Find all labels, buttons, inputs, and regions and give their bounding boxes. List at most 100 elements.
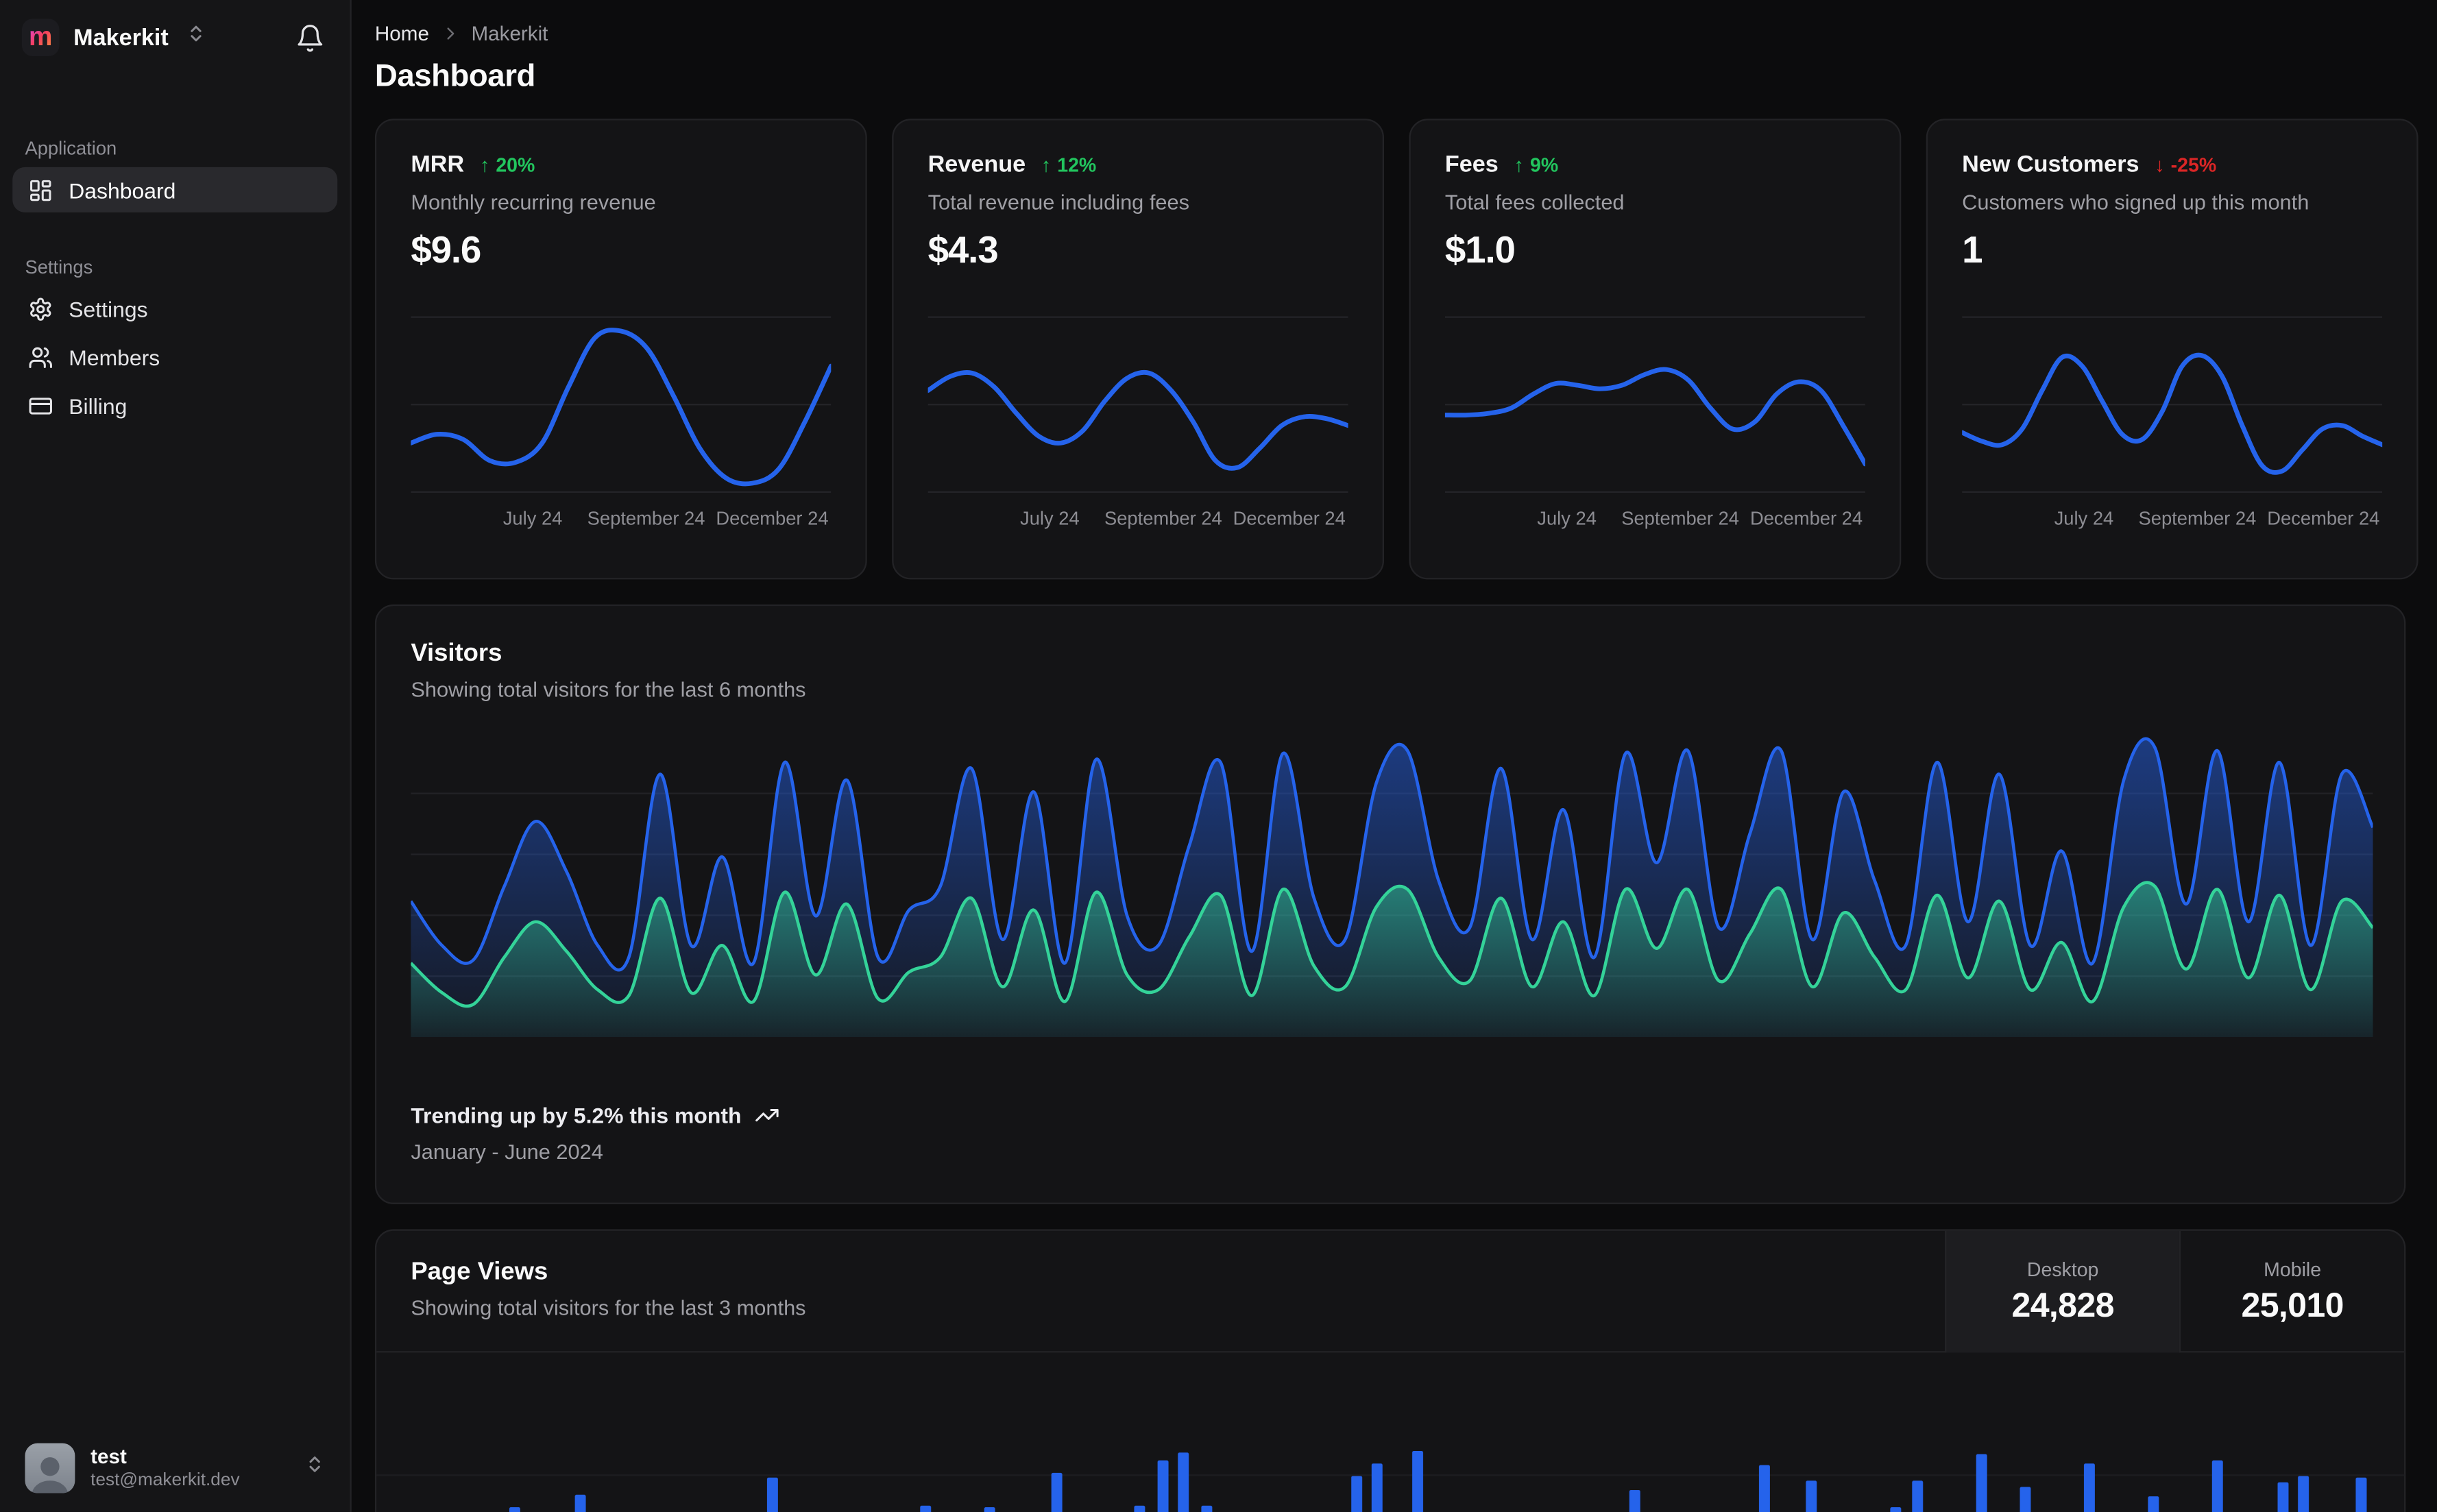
x-tick: December 24 [2267, 507, 2380, 530]
bar[interactable] [1911, 1480, 1923, 1512]
sidebar-item-settings[interactable]: Settings [12, 286, 337, 331]
x-axis-labels: July 24 September 24 December 24 [411, 508, 831, 533]
makerkit-logo: m [21, 19, 60, 57]
x-tick: December 24 [1749, 507, 1863, 530]
user-email: test@makerkit.dev [90, 1471, 240, 1490]
user-name: test [90, 1444, 127, 1468]
arrow-down-icon: ↓ [2155, 154, 2165, 176]
bar[interactable] [1806, 1480, 1817, 1512]
page-views-toggles: Desktop 24,828 Mobile 25,010 [1945, 1230, 2404, 1353]
chevrons-up-down-icon [186, 23, 206, 51]
trending-up-icon [754, 1103, 779, 1127]
new-customers-sparkline-chart[interactable] [1962, 308, 2383, 502]
stat-subtitle: Monthly recurring revenue [411, 191, 656, 215]
bar[interactable] [1351, 1476, 1363, 1512]
sidebar-item-label: Members [69, 344, 160, 369]
sidebar-item-dashboard[interactable]: Dashboard [12, 167, 338, 212]
stat-title: Fees [1444, 151, 1499, 178]
stat-cards-row: MRR ↑ 20% Monthly recurring revenue $9.6… [374, 119, 2418, 580]
page-title: Dashboard [374, 59, 535, 94]
x-tick: July 24 [1537, 507, 1597, 530]
stat-title: MRR [411, 151, 465, 178]
bar[interactable] [919, 1505, 931, 1512]
x-tick: September 24 [587, 507, 705, 530]
stat-title: New Customers [1962, 151, 2139, 178]
bar[interactable] [574, 1494, 585, 1512]
page-views-bar-chart[interactable] [376, 1352, 2405, 1512]
fees-sparkline-chart[interactable] [1444, 308, 1865, 502]
bar[interactable] [767, 1477, 779, 1512]
bar[interactable] [1759, 1465, 1771, 1512]
bar[interactable] [2355, 1477, 2366, 1512]
bar[interactable] [1976, 1454, 1987, 1512]
x-axis-labels: July 24 September 24 December 24 [1445, 508, 1865, 533]
trend-badge: ↑ 12% [1041, 154, 1096, 175]
trend-badge: ↑ 9% [1514, 154, 1559, 175]
stat-value: $1.0 [1444, 229, 1516, 272]
trend-value: 9% [1529, 154, 1559, 176]
toggle-label: Mobile [2264, 1258, 2322, 1280]
workspace-name: Makerkit [73, 24, 169, 51]
trend-value: 12% [1057, 154, 1097, 176]
x-tick: September 24 [1104, 507, 1222, 530]
stat-value: 1 [1962, 229, 1983, 272]
bar[interactable] [509, 1507, 521, 1512]
bar[interactable] [2019, 1487, 2030, 1512]
bar[interactable] [1050, 1472, 1062, 1512]
breadcrumb-home-link[interactable]: Home [375, 22, 429, 45]
stat-title: Revenue [927, 151, 1026, 178]
sidebar-item-billing[interactable]: Billing [12, 382, 337, 428]
stat-subtitle: Customers who signed up this month [1962, 191, 2309, 215]
revenue-sparkline-chart[interactable] [927, 308, 1348, 502]
visitors-title: Visitors [411, 640, 502, 668]
user-menu[interactable]: test test@makerkit.dev [0, 1424, 350, 1512]
stat-subtitle: Total revenue including fees [927, 191, 1189, 215]
notifications-button[interactable] [292, 19, 328, 55]
toggle-value: 24,828 [2011, 1284, 2115, 1324]
x-tick: December 24 [1233, 507, 1346, 530]
stat-subtitle: Total fees collected [1444, 191, 1625, 215]
toggle-mobile[interactable]: Mobile 25,010 [2179, 1230, 2404, 1353]
layout-dashboard-icon [28, 178, 53, 202]
sidebar-section-application: Application [25, 137, 117, 160]
arrow-up-icon: ↑ [1514, 154, 1524, 176]
bar[interactable] [1411, 1451, 1423, 1512]
bell-icon [295, 23, 325, 52]
bar[interactable] [2148, 1496, 2159, 1512]
x-tick: July 24 [502, 507, 563, 530]
stat-value: $4.3 [927, 229, 999, 272]
toggle-desktop[interactable]: Desktop 24,828 [1945, 1230, 2179, 1353]
bar[interactable] [1628, 1489, 1640, 1512]
chevrons-up-down-icon [304, 1454, 325, 1483]
workspace-switcher[interactable]: m Makerkit [21, 19, 206, 57]
x-axis-labels: July 24 September 24 December 24 [1962, 508, 2382, 533]
mrr-sparkline-chart[interactable] [411, 308, 832, 502]
sidebar: m Makerkit Application Dashboard Setting… [0, 0, 352, 1512]
visitors-card: Visitors Showing total visitors for the … [374, 604, 2406, 1204]
stat-card-mrr: MRR ↑ 20% Monthly recurring revenue $9.6… [374, 119, 867, 580]
bar[interactable] [2298, 1476, 2309, 1512]
credit-card-icon [28, 393, 53, 417]
bar[interactable] [1177, 1452, 1189, 1512]
x-tick: December 24 [716, 507, 829, 530]
bar[interactable] [1200, 1505, 1212, 1512]
bar[interactable] [2212, 1460, 2224, 1512]
bar[interactable] [2083, 1463, 2095, 1512]
breadcrumb-current: Makerkit [471, 21, 548, 46]
stat-card-fees: Fees ↑ 9% Total fees collected $1.0 July… [1409, 119, 1902, 580]
bar[interactable] [2277, 1482, 2288, 1512]
bar[interactable] [1158, 1460, 1169, 1512]
avatar [25, 1443, 75, 1493]
visitors-area-chart[interactable] [409, 733, 2375, 1038]
arrow-up-icon: ↑ [479, 154, 490, 176]
bar[interactable] [984, 1507, 995, 1512]
sidebar-item-members[interactable]: Members [12, 334, 337, 380]
visitors-date-range: January - June 2024 [411, 1140, 603, 1164]
sidebar-item-label: Billing [69, 393, 128, 418]
x-tick: July 24 [1020, 507, 1080, 530]
bar[interactable] [1134, 1505, 1145, 1512]
bar[interactable] [1890, 1507, 1902, 1512]
sidebar-item-label: Dashboard [69, 177, 176, 203]
bar[interactable] [1370, 1463, 1382, 1512]
gridline [376, 1474, 2405, 1476]
